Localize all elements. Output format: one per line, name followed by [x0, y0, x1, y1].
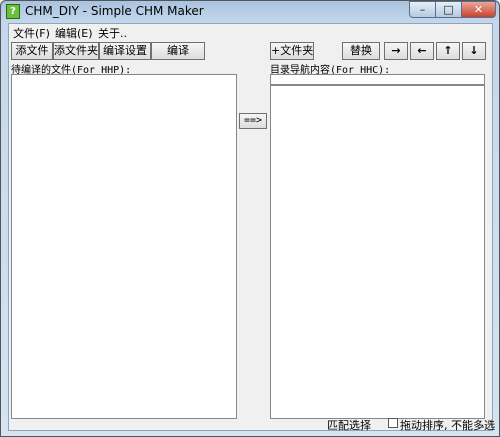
arrow-right-icon: →	[391, 44, 401, 57]
hhp-file-list[interactable]	[11, 74, 237, 419]
arrow-left-icon: ←	[417, 44, 427, 57]
menu-bar: 文件(F) 编辑(E) 关于..	[9, 24, 492, 40]
match-select-label[interactable]: 匹配选择	[327, 417, 371, 433]
resize-grip-icon[interactable]	[482, 420, 490, 428]
close-button[interactable]: ✕	[461, 1, 496, 18]
add-folder-button[interactable]: 添文件夹	[53, 42, 99, 60]
add-file-button[interactable]: 添文件	[11, 42, 53, 60]
hhc-toc-tree[interactable]	[270, 85, 485, 419]
maximize-button[interactable]: □	[435, 1, 462, 18]
compile-button[interactable]: 编译	[151, 42, 205, 60]
transfer-button[interactable]: ==>	[239, 113, 267, 129]
drag-sort-checkbox[interactable]	[388, 418, 398, 428]
minimize-button[interactable]: –	[409, 1, 436, 18]
client-area: 文件(F) 编辑(E) 关于.. 添文件 添文件夹 编译设置 编译 +文件夹 替…	[8, 23, 495, 433]
menu-edit[interactable]: 编辑(E)	[53, 25, 95, 41]
arrow-up-icon: ↑	[443, 44, 453, 57]
app-icon: ?	[6, 4, 20, 19]
menu-about[interactable]: 关于..	[96, 25, 129, 41]
app-window: ? CHM_DIY - Simple CHM Maker – □ ✕ 文件(F)…	[0, 0, 500, 437]
title-bar[interactable]: ? CHM_DIY - Simple CHM Maker – □ ✕	[1, 1, 499, 23]
move-up-button[interactable]: ↑	[436, 42, 460, 60]
window-title: CHM_DIY - Simple CHM Maker	[25, 4, 204, 18]
compile-settings-button[interactable]: 编译设置	[99, 42, 151, 60]
indent-right-button[interactable]: →	[384, 42, 408, 60]
drag-sort-label[interactable]: 拖动排序, 不能多选	[400, 417, 495, 433]
replace-button[interactable]: 替换	[342, 42, 380, 60]
menu-file[interactable]: 文件(F)	[11, 25, 52, 41]
add-folder-node-button[interactable]: +文件夹	[270, 42, 314, 60]
move-down-button[interactable]: ↓	[462, 42, 486, 60]
arrow-down-icon: ↓	[469, 44, 479, 57]
toc-node-input[interactable]	[270, 74, 485, 85]
status-bar: 匹配选择 拖动排序, 不能多选	[9, 416, 495, 433]
indent-left-button[interactable]: ←	[410, 42, 434, 60]
